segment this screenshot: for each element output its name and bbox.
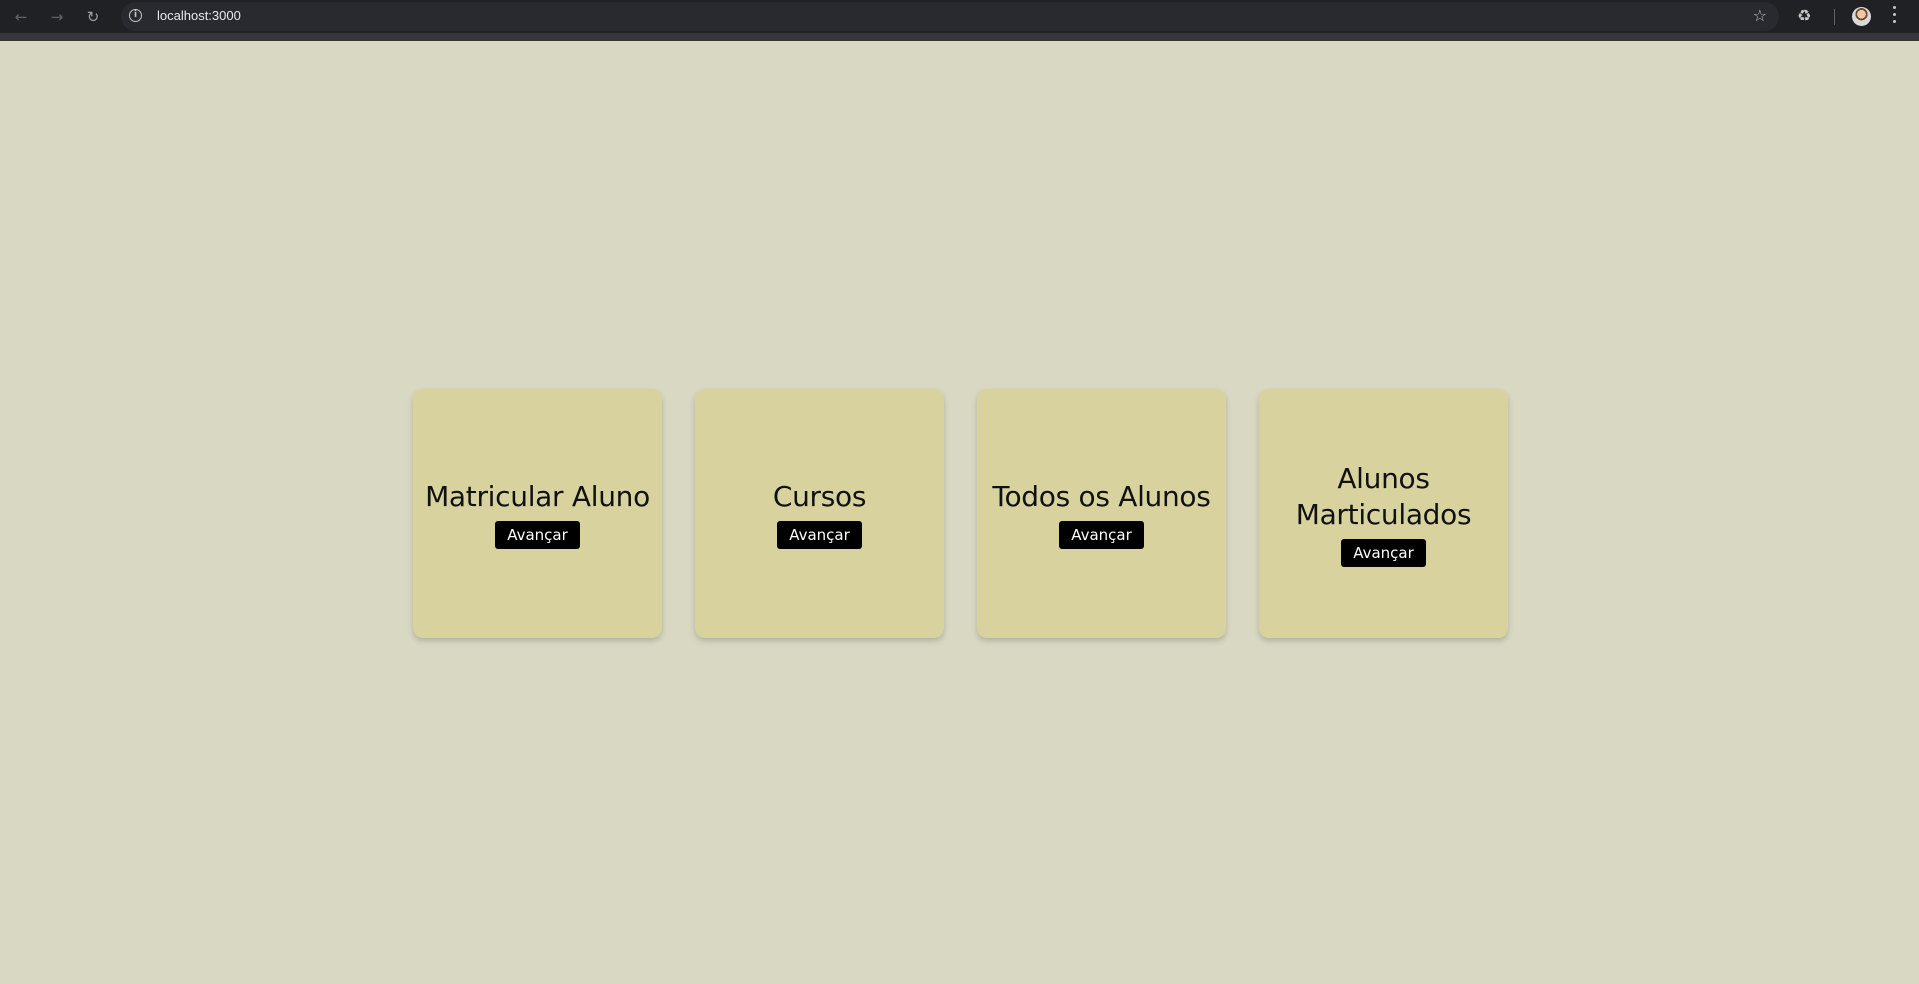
forward-icon[interactable]: →	[45, 5, 69, 29]
address-bar[interactable]: i localhost:3000 ☆	[121, 2, 1779, 31]
advance-button[interactable]: Avançar	[777, 520, 862, 549]
card-title: Alunos Marticulados	[1295, 461, 1472, 531]
toolbar-divider	[1834, 9, 1835, 25]
reload-icon[interactable]: ↻	[81, 5, 105, 29]
advance-button[interactable]: Avançar	[1059, 520, 1144, 549]
site-info-icon[interactable]: i	[129, 9, 142, 22]
bookmark-star-icon[interactable]: ☆	[1753, 6, 1767, 25]
card-alunos-marticulados: Alunos Marticulados Avançar	[1259, 389, 1508, 638]
card-matricular-aluno: Matricular Aluno Avançar	[413, 389, 662, 638]
url-text[interactable]: localhost:3000	[157, 8, 241, 23]
profile-avatar[interactable]	[1852, 7, 1871, 26]
advance-button[interactable]: Avançar	[495, 520, 580, 549]
advance-button[interactable]: Avançar	[1341, 538, 1426, 567]
card-todos-os-alunos: Todos os Alunos Avançar	[977, 389, 1226, 638]
extensions-icon[interactable]: ♻	[1797, 6, 1811, 25]
card-title: Todos os Alunos	[992, 479, 1211, 513]
cards-container: Matricular Aluno Avançar Cursos Avançar …	[413, 389, 1508, 638]
card-title: Cursos	[772, 479, 867, 513]
menu-dots-icon[interactable]	[1893, 4, 1896, 25]
browser-toolbar: ← → ↻ i localhost:3000 ☆ ♻	[0, 0, 1919, 41]
card-title: Matricular Aluno	[425, 479, 650, 513]
card-cursos: Cursos Avançar	[695, 389, 944, 638]
back-icon[interactable]: ←	[9, 5, 33, 29]
